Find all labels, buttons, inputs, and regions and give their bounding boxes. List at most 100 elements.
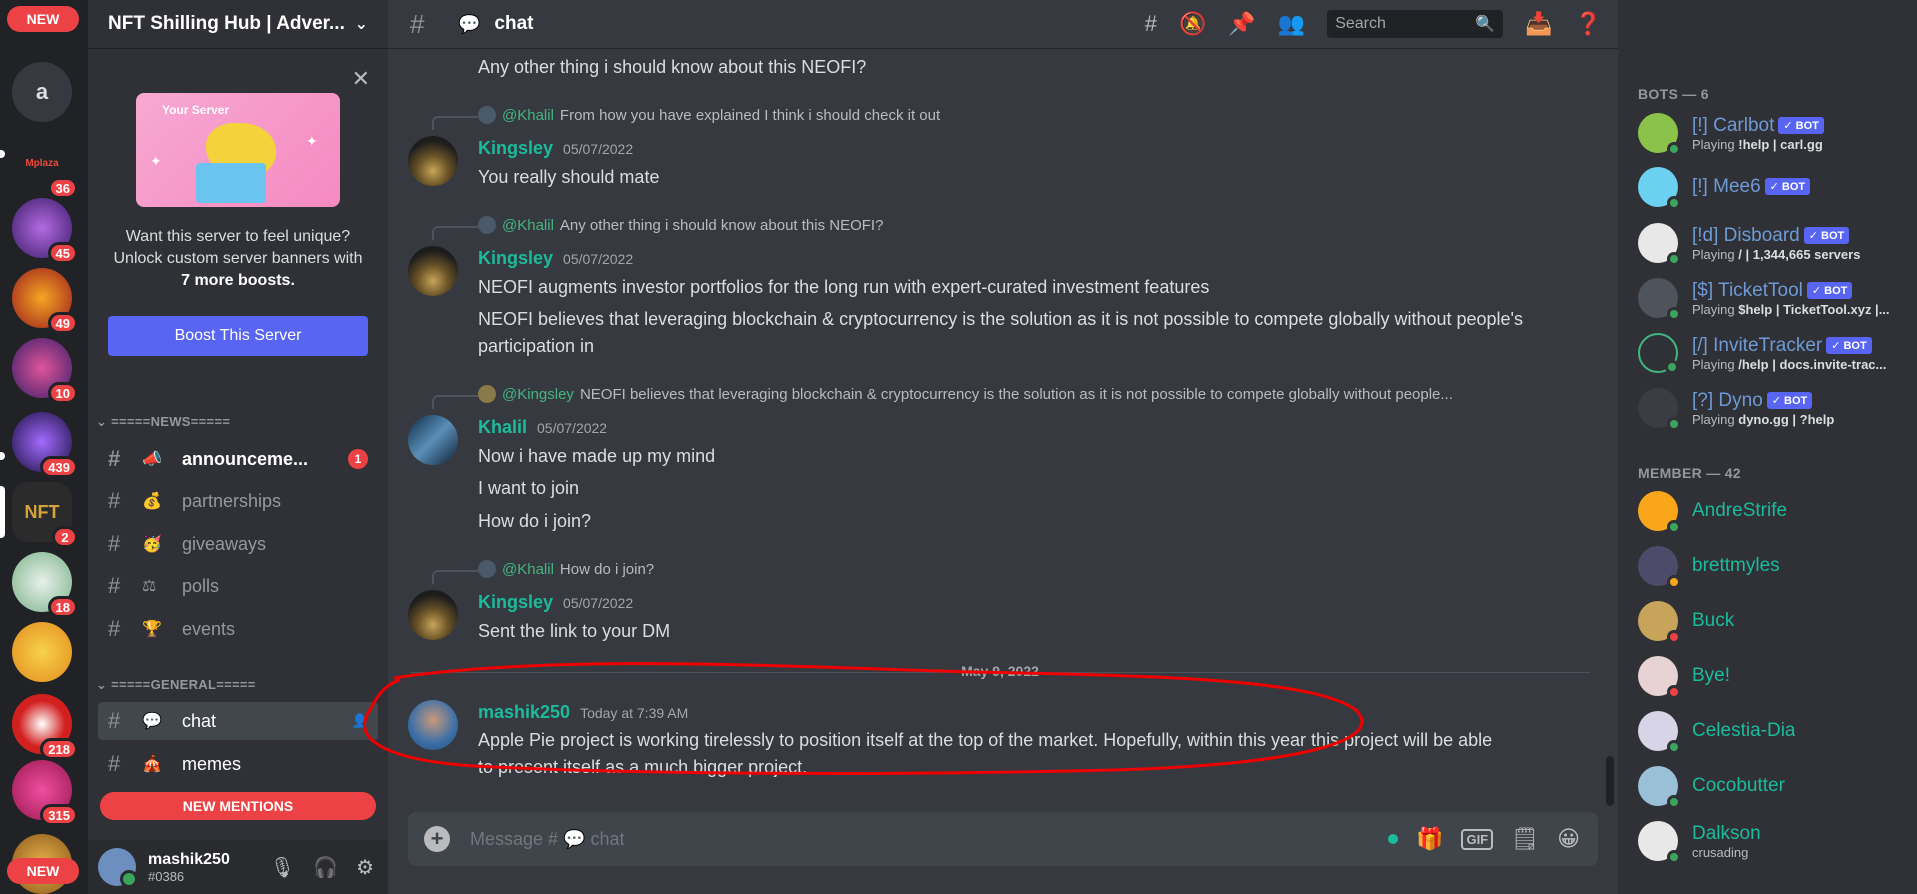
channel-giveaways[interactable]: # 🥳 giveaways [98,525,378,563]
category-general[interactable]: ⌄ =====GENERAL===== [96,677,256,693]
message-author: Kingsley 05/07/2022 [478,138,633,159]
reply-preview[interactable]: @Khalil How do i join? [478,560,654,578]
reply-preview[interactable]: @Khalil From how you have explained I thi… [478,106,940,124]
server-icon-2[interactable]: 45 [12,198,78,264]
avatar[interactable] [408,590,458,640]
channel-announcements[interactable]: # 📣 announceme... 1 [98,440,378,478]
author-name[interactable]: Kingsley [478,248,553,268]
reply-preview[interactable]: @Kingsley NEOFI believes that leveraging … [478,385,1453,403]
server-icon-9[interactable]: 218 [12,694,78,760]
scrollbar-thumb[interactable] [1606,756,1614,806]
user-panel: mashik250 #0386 🎙 🎧 ⚙ [88,840,388,894]
category-news[interactable]: ⌄ =====NEWS===== [96,414,230,430]
help-icon[interactable]: ❓ [1575,11,1602,37]
online-status-icon [1667,307,1681,321]
avatar [1638,601,1681,644]
search-input[interactable]: Search 🔍 [1327,10,1504,38]
author-name[interactable]: Kingsley [478,592,553,612]
upload-plus-icon[interactable]: + [424,826,450,852]
member-bot[interactable]: [!] Carlbot ✓ BOT Playing !help | carl.gg [1638,108,1908,158]
message-input-placeholder: Message # 💬 chat [470,828,625,849]
member-item[interactable]: AndreStrife [1638,486,1908,536]
member-list-icon[interactable]: 👥 [1278,11,1305,37]
new-unreads-pill-top[interactable]: NEW [7,6,79,32]
member-bot[interactable]: [/] InviteTracker ✓ BOT Playing /help | d… [1638,328,1908,378]
author-name[interactable]: Kingsley [478,138,553,158]
headphones-icon[interactable]: 🎧 [313,855,338,880]
member-bot[interactable]: [$] TicketTool ✓ BOT Playing $help | Tick… [1638,273,1908,323]
channel-polls[interactable]: # ⚖ polls [98,567,378,605]
dm-server-icon[interactable]: a [12,62,72,122]
online-status-icon [1667,142,1681,156]
inbox-icon[interactable]: 📥 [1525,11,1552,37]
member-item[interactable]: Bye! [1638,651,1908,701]
server-header[interactable]: NFT Shilling Hub | Adver... ⌄ [88,0,388,48]
member-item[interactable]: brettmyles [1638,541,1908,591]
server-icon-8[interactable] [12,622,72,682]
mention-badge: 1 [348,449,368,469]
channel-name: polls [182,575,220,596]
server-icon-5[interactable]: 439 [12,412,78,478]
bot-badge: ✓ BOT [1826,336,1872,354]
close-icon[interactable]: ✕ [352,66,370,92]
server-icon-10[interactable]: 315 [12,760,78,826]
reply-text: NEOFI believes that leveraging blockchai… [579,385,1453,403]
member-item[interactable]: Dalkson crusading [1638,816,1908,866]
online-status-icon [1667,850,1681,864]
gift-icon[interactable]: 🎁 [1416,826,1443,852]
new-unreads-pill-bottom[interactable]: NEW [7,858,79,884]
message-line: I want to join [478,478,580,498]
channel-events[interactable]: # 🏆 events [98,610,378,648]
reply-author: @Khalil [502,216,554,234]
activity-prefix: Playing [1692,301,1739,317]
sparkle-icon: ✦ [150,153,162,169]
gif-button[interactable]: GIF [1461,828,1494,850]
new-mentions-bar[interactable]: NEW MENTIONS [100,792,376,820]
channel-emoji: 🥳 [142,536,162,553]
member-bot[interactable]: [!d] Disboard ✓ BOT Playing / | 1,344,665… [1638,218,1908,268]
channel-memes[interactable]: # 🎪 memes [98,745,378,783]
channel-title: chat [494,13,534,34]
add-member-icon[interactable]: 👤 [352,713,368,729]
selected-server-pill [0,486,5,538]
server-icon-3[interactable]: 49 [12,268,78,334]
avatar[interactable] [408,700,458,750]
server-icon-mplaza[interactable]: Mplaza 36 [12,133,78,199]
sticker-icon[interactable]: 🗒 [1511,826,1539,852]
avatar[interactable] [408,246,458,296]
avatar[interactable] [98,848,138,888]
mute-microphone-icon[interactable]: 🎙 [270,855,295,880]
gear-icon[interactable]: ⚙ [356,855,374,880]
member-bot[interactable]: [!] Mee6 ✓ BOT [1638,162,1908,212]
reply-preview[interactable]: @Khalil Any other thing i should know abo… [478,216,883,234]
member-item[interactable]: Buck [1638,596,1908,646]
channel-partnerships[interactable]: # 💰 partnerships [98,482,378,520]
avatar[interactable] [408,136,458,186]
avatar[interactable] [408,415,458,465]
author-name[interactable]: mashik250 [478,702,570,722]
message-timestamp: 05/07/2022 [537,420,608,436]
message-line: Any other thing i should know about this… [478,57,867,77]
avatar [1638,656,1681,699]
online-status-icon [1667,520,1681,534]
sparkle-icon: ✦ [306,133,318,149]
emoji-picker-icon[interactable]: 😀 [1557,826,1580,852]
boost-server-button[interactable]: Boost This Server [108,316,368,356]
server-icon-4[interactable]: 10 [12,338,78,404]
message-author: Kingsley 05/07/2022 [478,248,633,269]
pin-icon[interactable]: 📌 [1228,11,1255,37]
threads-icon[interactable]: # [1145,11,1157,37]
server-icon-7[interactable]: 18 [12,552,78,618]
message-composer[interactable]: + Message # 💬 chat 🎁 GIF 🗒 😀 [408,812,1598,866]
member-item[interactable]: Celestia-Dia [1638,706,1908,756]
message-line: How do i join? [478,511,592,531]
status-dot [1388,834,1399,844]
server-label: Mplaza [25,157,59,169]
author-name[interactable]: Khalil [478,417,527,437]
channel-chat[interactable]: # 💬 chat 👤 [98,702,378,740]
notification-bell-muted-icon[interactable]: 🔕 [1179,11,1206,37]
member-item[interactable]: Cocobutter [1638,761,1908,811]
message-timestamp: 05/07/2022 [563,251,634,267]
member-bot[interactable]: [?] Dyno ✓ BOT Playing dyno.gg | ?help [1638,383,1908,433]
server-icon-nft[interactable]: NFT 2 [12,482,78,548]
